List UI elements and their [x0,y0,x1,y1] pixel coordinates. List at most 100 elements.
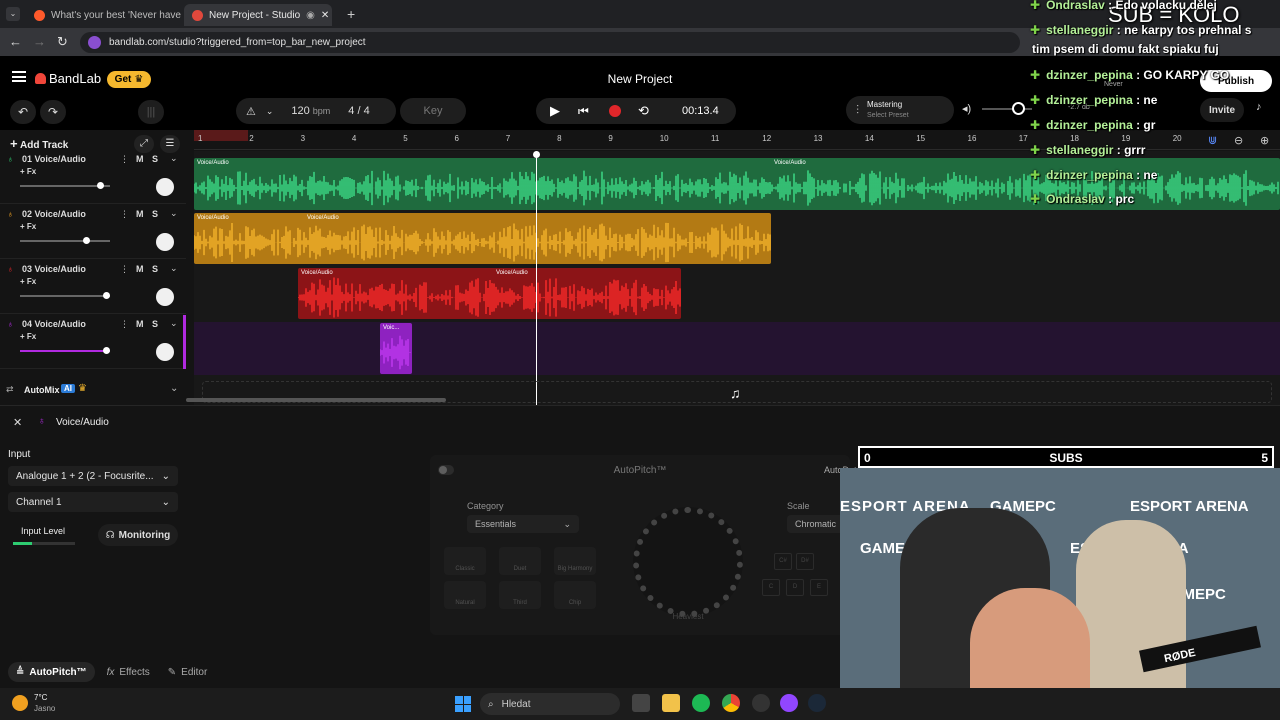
chevron-down-icon[interactable]: ⌄ [170,383,178,394]
arrangement-area[interactable]: Voice/Audio Voice/Audio Voice/Audio Voic… [186,151,1280,405]
spotify-icon[interactable] [692,694,710,712]
preset-duet[interactable]: Duet [499,547,541,575]
speaker-icon[interactable]: ◂) [962,102,971,115]
preset-classic[interactable]: Classic [444,547,486,575]
track-volume-slider[interactable] [20,292,110,299]
add-fx-button[interactable]: + Fx [20,222,36,231]
tempo-value[interactable]: 120 [291,105,309,117]
note-d-sharp-button[interactable]: D# [796,553,814,570]
note-d-button[interactable]: D [786,579,804,596]
note-e-button[interactable]: E [810,579,828,596]
note-c-button[interactable]: C [762,579,780,596]
url-field[interactable]: bandlab.com/studio?triggered_from=top_ba… [80,32,1020,53]
pan-knob[interactable] [156,233,174,251]
add-fx-button[interactable]: + Fx [20,332,36,341]
close-panel-icon[interactable]: ✕ [13,416,22,429]
windows-start-icon[interactable] [455,696,471,712]
back-icon[interactable]: ← [9,34,22,49]
record-icon[interactable] [609,105,621,117]
loop-icon[interactable]: ⟲ [638,103,649,119]
channel-select[interactable]: Channel 1 ⌄ [8,492,178,512]
app-icon[interactable] [752,694,770,712]
forward-icon[interactable]: → [33,34,46,49]
preset-third[interactable]: Third [499,581,541,609]
add-fx-button[interactable]: + Fx [20,277,36,286]
pitch-knob[interactable] [633,507,743,617]
preset-chip[interactable]: Chip [554,581,596,609]
notifications-bell-icon[interactable]: ♪ [1256,101,1262,113]
tab-autopitch[interactable]: ≜ AutoPitch™ [8,662,95,682]
mute-button[interactable]: M [136,319,144,329]
preset-natural[interactable]: Natural [444,581,486,609]
clip-track-4[interactable]: Voic... [380,323,412,374]
redo-icon[interactable]: ↷ [40,100,66,124]
track-volume-slider[interactable] [20,237,110,244]
solo-button[interactable]: S [152,154,158,164]
steam-icon[interactable] [808,694,826,712]
add-track-button[interactable]: + Add Track [10,136,68,151]
pan-knob[interactable] [156,343,174,361]
mastering-button[interactable]: ⫶ Mastering Select Preset [846,96,954,124]
mute-button[interactable]: M [136,264,144,274]
metronome-control[interactable]: ⚠ ⌄ 120 bpm 4 / 4 [236,98,396,124]
lane-track-4[interactable] [194,322,1280,375]
category-select[interactable]: Essentials ⌄ [467,515,579,533]
preset-big-harmony[interactable]: Big Harmony [554,547,596,575]
track-name[interactable]: 04 Voice/Audio [22,319,86,329]
twitch-studio-icon[interactable] [780,694,798,712]
horizontal-scrollbar[interactable] [186,398,446,402]
track-header-4[interactable]: ♁ 04 Voice/Audio + Fx ⋮ M S ⌄ [0,315,186,369]
magnet-icon[interactable]: ⋓ [1208,134,1217,147]
track-name[interactable]: 03 Voice/Audio [22,264,86,274]
input-device-select[interactable]: Analogue 1 + 2 (2 - Focusrite... ⌄ [8,466,178,486]
invite-button[interactable]: Invite [1200,98,1244,122]
skip-back-icon[interactable]: ⏮ [578,104,589,119]
track-menu-icon[interactable]: ⋮ [120,319,129,330]
mute-button[interactable]: M [136,154,144,164]
track-volume-thumb[interactable] [103,347,110,354]
track-menu-icon[interactable]: ⋮ [120,209,129,220]
note-c-sharp-button[interactable]: C# [774,553,792,570]
tab-audio-icon[interactable]: ◉ [306,10,315,21]
playhead[interactable] [536,153,537,405]
chevron-down-icon[interactable]: ⌄ [266,106,274,117]
zoom-out-icon[interactable]: ⊖ [1234,134,1243,147]
key-button[interactable]: Key [400,98,466,124]
mute-button[interactable]: M [136,209,144,219]
reload-icon[interactable]: ↻ [57,34,68,50]
chevron-down-icon[interactable]: ⌄ [170,153,178,164]
undo-icon[interactable]: ↶ [10,100,36,124]
play-icon[interactable]: ▶ [550,103,560,119]
chevron-down-icon[interactable]: ⌄ [170,263,178,274]
tab-close-icon[interactable]: ✕ [321,10,329,21]
track-volume-thumb[interactable] [103,292,110,299]
zoom-in-icon[interactable]: ⊕ [1260,134,1269,147]
clip-track-2[interactable]: Voice/Audio Voice/Audio [194,213,771,264]
track-volume-slider[interactable] [20,347,110,354]
chevron-down-icon[interactable]: ⌄ [170,208,178,219]
master-volume-slider[interactable] [982,102,1032,115]
chrome-icon[interactable] [722,694,740,712]
task-view-icon[interactable] [632,694,650,712]
add-music-icon[interactable]: ♫ [730,385,741,401]
tab-list-button[interactable]: ⌄ [6,7,20,21]
tab-effects[interactable]: fx Effects [101,662,156,682]
piano-roll-icon[interactable]: ||| [138,100,164,124]
chevron-down-icon[interactable]: ⌄ [170,318,178,329]
file-explorer-icon[interactable] [662,694,680,712]
pan-knob[interactable] [156,178,174,196]
track-menu-icon[interactable]: ⋮ [120,264,129,275]
tab-new-project-studio[interactable]: New Project - Studio ◉ ✕ [184,4,332,26]
master-volume-thumb[interactable] [1012,102,1025,115]
automix-row[interactable]: ⇄ AutoMix AI ♛ ⌄ [0,382,186,400]
solo-button[interactable]: S [152,264,158,274]
track-name[interactable]: 01 Voice/Audio [22,154,86,164]
tab-editor[interactable]: ✎ Editor [162,662,214,682]
new-tab-plus-icon[interactable]: + [347,6,355,22]
solo-button[interactable]: S [152,319,158,329]
solo-button[interactable]: S [152,209,158,219]
weather-icon[interactable] [12,695,28,711]
taskbar-search[interactable]: ⌕ Hledat [480,693,620,715]
track-menu-icon[interactable]: ⋮ [120,154,129,165]
track-name[interactable]: 02 Voice/Audio [22,209,86,219]
